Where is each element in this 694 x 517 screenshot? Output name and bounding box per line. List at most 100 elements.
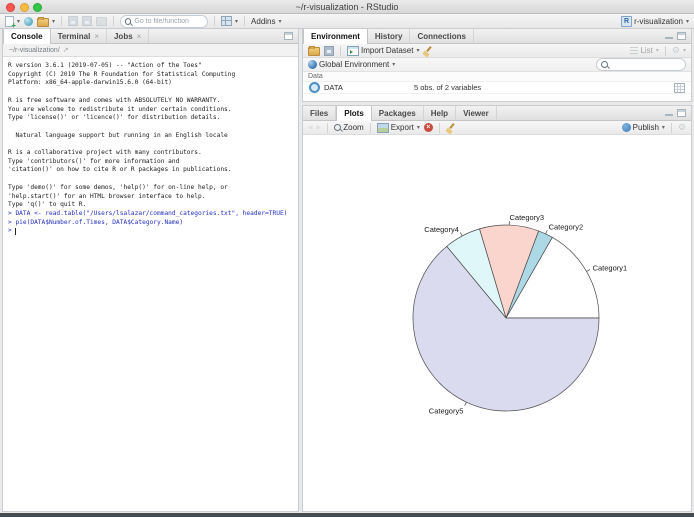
tab-label: Packages (378, 108, 416, 118)
tabbar-spacer (474, 29, 665, 43)
tab-label: Environment (311, 32, 360, 41)
goto-file-input[interactable] (134, 17, 204, 25)
plots-settings-button[interactable]: ⚙ (678, 123, 686, 132)
plots-toolbar: ◀ ▶ Zoom Export ▾ × Publish ▾ ⚙ (303, 121, 691, 135)
pie-slice-label: Category3 (510, 213, 545, 222)
new-project-icon (24, 16, 34, 26)
minimize-pane-icon[interactable] (665, 37, 673, 39)
console-prompt-line: > (8, 227, 298, 236)
environment-search-input[interactable] (611, 61, 681, 68)
clear-plots-button[interactable] (446, 123, 456, 133)
toolbar-separator (214, 16, 216, 26)
minimize-pane-icon[interactable] (665, 114, 673, 116)
zoom-label: Zoom (343, 123, 364, 132)
load-workspace-button[interactable] (308, 45, 320, 56)
tabbar-spacer (497, 106, 665, 120)
open-folder-icon (37, 16, 50, 27)
tab-label: Console (11, 32, 43, 41)
addins-label: Addins (251, 16, 276, 26)
tab-viewer[interactable]: Viewer (456, 106, 497, 120)
chevron-down-icon: ▾ (655, 48, 659, 54)
environment-scope-row: Global Environment ▾ (303, 58, 691, 72)
tab-environment[interactable]: Environment (303, 29, 368, 44)
print-icon (96, 16, 108, 26)
tab-help[interactable]: Help (424, 106, 457, 120)
tab-label: Plots (344, 109, 364, 118)
environment-pane: Environment History Connections Import D… (302, 28, 692, 102)
tabbar-spacer (149, 29, 284, 43)
view-table-icon[interactable] (674, 82, 685, 93)
goto-file-search[interactable] (120, 14, 209, 28)
pane-layout-button[interactable]: ▾ (221, 16, 238, 26)
environment-object-row[interactable]: DATA 5 obs. of 2 variables (303, 82, 691, 94)
environment-tabbar: Environment History Connections (303, 29, 691, 44)
broom-icon (446, 123, 456, 133)
title-bar: ~/r-visualization - RStudio (0, 0, 694, 14)
open-folder-icon (308, 46, 320, 56)
tab-label: Connections (417, 31, 466, 41)
zoom-icon (334, 124, 342, 131)
list-view-button[interactable]: List ▾ (630, 46, 659, 55)
pie-chart: Category1 Category2 Category3 Category4 Cate… (412, 213, 627, 415)
import-dataset-button[interactable]: Import Dataset ▾ (347, 45, 420, 56)
environment-settings-button[interactable]: ⚙ ▾ (672, 46, 686, 55)
toolbar-separator (327, 122, 329, 133)
tab-files[interactable]: Files (303, 106, 337, 120)
tab-label: Viewer (463, 108, 489, 118)
toolbar-separator (113, 16, 115, 26)
remove-plot-icon: × (423, 123, 433, 132)
maximize-pane-icon[interactable] (284, 32, 293, 40)
list-icon (630, 47, 639, 54)
remove-plot-button[interactable]: × (423, 123, 433, 132)
tab-console[interactable]: Console (3, 29, 51, 44)
tab-terminal[interactable]: Terminal × (51, 29, 107, 43)
tab-label: Help (430, 108, 449, 118)
tab-history[interactable]: History (368, 29, 411, 43)
pane-layout-icon (221, 16, 233, 26)
main-toolbar: ▾ ▾ ▾ Addins▾ r-visualization ▾ (0, 14, 694, 30)
console-tabbar: Console Terminal × Jobs × (3, 29, 298, 44)
new-file-button[interactable]: ▾ (5, 15, 20, 30)
scope-selector-button[interactable]: Global Environment ▾ (308, 60, 395, 69)
export-label: Export (390, 123, 414, 132)
plots-pane: Files Plots Packages Help Viewer ◀ ▶ Zoo… (302, 105, 692, 512)
print-button[interactable] (96, 16, 108, 26)
save-button[interactable] (68, 16, 79, 26)
maximize-pane-icon[interactable] (677, 32, 686, 40)
addins-menu-button[interactable]: Addins ▾ (251, 17, 281, 26)
console-pane: Console Terminal × Jobs × ~/r-visualizatio… (2, 28, 299, 512)
pie-slice-label: Category2 (549, 223, 584, 232)
tab-connections[interactable]: Connections (410, 29, 474, 43)
environment-search[interactable] (596, 58, 686, 71)
new-project-button[interactable] (24, 16, 34, 26)
plot-display-area: Category1 Category2 Category3 Category4 Cate… (303, 135, 691, 511)
tab-plots[interactable]: Plots (336, 106, 372, 121)
clear-workspace-button[interactable] (423, 46, 433, 56)
maximize-pane-icon[interactable] (677, 109, 686, 117)
project-menu-button[interactable]: r-visualization ▾ (621, 15, 689, 27)
close-icon[interactable]: × (94, 32, 99, 41)
arrow-right-icon: ▶ (316, 125, 322, 131)
console-output-area[interactable]: R version 3.6.1 (2019-07-05) -- "Action … (3, 57, 298, 511)
broom-icon (423, 46, 433, 56)
save-all-button[interactable] (82, 16, 93, 26)
save-icon (68, 16, 79, 26)
export-plot-button[interactable]: Export ▾ (376, 122, 420, 133)
close-icon[interactable]: × (137, 32, 142, 41)
tab-label: History (374, 31, 403, 41)
open-file-button[interactable]: ▾ (37, 16, 55, 27)
chevron-down-icon: ▾ (52, 18, 56, 25)
zoom-plot-button[interactable]: Zoom (334, 123, 364, 132)
next-plot-button[interactable]: ▶ (317, 124, 322, 131)
chevron-down-icon: ▾ (416, 48, 420, 54)
open-in-new-icon[interactable]: ↗ (63, 46, 69, 54)
publish-button[interactable]: Publish ▾ (621, 123, 665, 132)
save-workspace-button[interactable] (324, 45, 334, 56)
previous-plot-button[interactable]: ◀ (308, 124, 313, 131)
arrow-left-icon: ◀ (308, 125, 313, 131)
chevron-down-icon: ▾ (685, 18, 689, 25)
tab-jobs[interactable]: Jobs × (107, 29, 150, 43)
export-image-icon (376, 122, 389, 133)
console-banner-text: R version 3.6.1 (2019-07-05) -- "Action … (8, 62, 236, 209)
tab-packages[interactable]: Packages (372, 106, 424, 120)
